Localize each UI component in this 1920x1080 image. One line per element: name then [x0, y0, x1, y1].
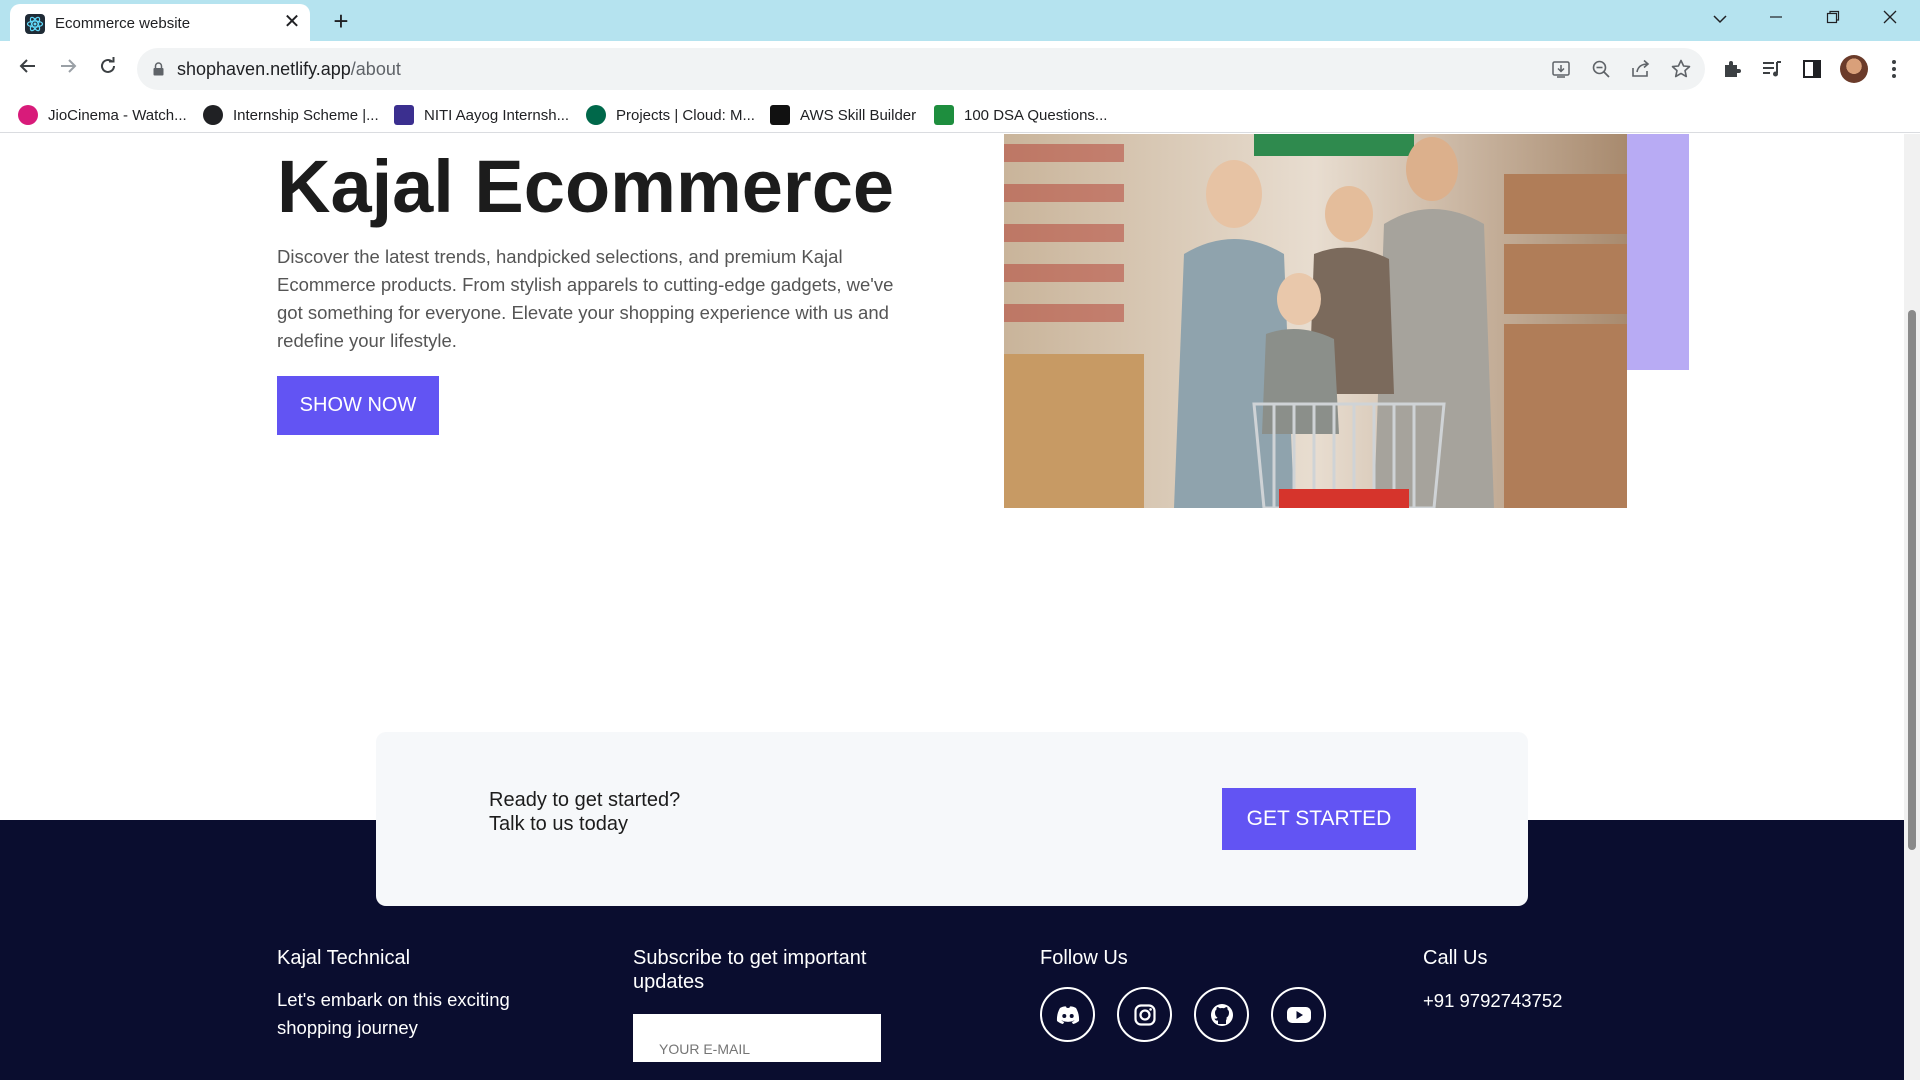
- social-links: [1040, 987, 1326, 1042]
- get-started-button[interactable]: GET STARTED: [1222, 788, 1416, 850]
- restore-icon[interactable]: [1815, 6, 1851, 34]
- reload-icon[interactable]: [92, 53, 124, 85]
- bookmark-niti-aayog[interactable]: NITI Aayog Internsh...: [394, 103, 569, 127]
- bookmark-star-icon[interactable]: [1669, 57, 1693, 81]
- footer-subscribe-title: Subscribe to get important updates: [633, 947, 867, 993]
- bookmark-mongodb-projects[interactable]: Projects | Cloud: M...: [586, 103, 755, 127]
- hero-image: [1004, 134, 1627, 508]
- tab-title: Ecommerce website: [55, 15, 191, 32]
- scrollbar-thumb[interactable]: [1908, 310, 1916, 850]
- forward-arrow-icon[interactable]: [52, 53, 84, 85]
- bookmark-label: Projects | Cloud: M...: [616, 106, 755, 124]
- footer-follow-column: Follow Us: [1040, 946, 1360, 1042]
- bookmark-aws-skill-builder[interactable]: AWS Skill Builder: [770, 103, 916, 127]
- sheets-icon: [934, 105, 954, 125]
- bookmark-label: JioCinema - Watch...: [48, 106, 187, 124]
- mongodb-icon: [586, 105, 606, 125]
- jiocinema-icon: [18, 105, 38, 125]
- media-queue-icon[interactable]: [1760, 57, 1784, 81]
- bookmark-label: AWS Skill Builder: [800, 106, 917, 124]
- minimize-icon[interactable]: [1758, 6, 1794, 34]
- aws-icon: [770, 105, 790, 125]
- niti-icon: [394, 105, 414, 125]
- globe-icon: [203, 105, 223, 125]
- footer-call-column: Call Us +91 9792743752: [1423, 946, 1643, 1015]
- react-favicon-icon: [25, 14, 45, 34]
- more-menu-icon[interactable]: [1882, 57, 1906, 81]
- extensions-puzzle-icon[interactable]: [1720, 57, 1744, 81]
- email-input[interactable]: [633, 1014, 881, 1062]
- share-icon[interactable]: [1629, 57, 1653, 81]
- bookmark-internship-scheme[interactable]: Internship Scheme |...: [203, 103, 379, 127]
- browser-toolbar: shophaven.netlify.app/about: [0, 41, 1920, 97]
- github-icon[interactable]: [1194, 987, 1249, 1042]
- bookmark-jiocinema[interactable]: JioCinema - Watch...: [18, 103, 187, 127]
- instagram-icon[interactable]: [1117, 987, 1172, 1042]
- discord-icon[interactable]: [1040, 987, 1095, 1042]
- bookmark-label: Internship Scheme |...: [233, 106, 379, 124]
- hero-description: Discover the latest trends, handpicked s…: [277, 246, 894, 351]
- cta-line-1: Ready to get started?: [489, 789, 681, 811]
- bookmark-label: 100 DSA Questions...: [964, 106, 1108, 124]
- bookmarks-bar: JioCinema - Watch... Internship Scheme |…: [0, 97, 1920, 133]
- tab-ecommerce-website[interactable]: Ecommerce website ✕: [10, 4, 310, 41]
- footer-follow-title: Follow Us: [1040, 947, 1128, 969]
- address-bar[interactable]: shophaven.netlify.app/about: [137, 48, 1705, 90]
- lock-icon[interactable]: [153, 62, 164, 76]
- profile-avatar[interactable]: [1840, 55, 1868, 83]
- footer-brand-column: Kajal Technical Let's embark on this exc…: [277, 946, 557, 1042]
- cta-line-2: Talk to us today: [489, 813, 628, 835]
- page-scrollbar[interactable]: [1904, 134, 1920, 1080]
- footer-subscribe-column: Subscribe to get important updates: [633, 946, 913, 1062]
- url-text: shophaven.netlify.app/about: [177, 59, 401, 79]
- zoom-out-icon[interactable]: [1589, 57, 1613, 81]
- browser-tab-strip: Ecommerce website ✕ +: [0, 0, 1920, 41]
- new-tab-icon[interactable]: +: [326, 7, 356, 35]
- side-panel-icon[interactable]: [1800, 57, 1824, 81]
- footer-brand-text: Let's embark on this exciting shopping j…: [277, 989, 510, 1038]
- bookmark-label: NITI Aayog Internsh...: [424, 106, 570, 124]
- page-viewport: Kajal Ecommerce Discover the latest tren…: [0, 134, 1904, 1080]
- footer-call-title: Call Us: [1423, 947, 1488, 969]
- footer-brand-title: Kajal Technical: [277, 947, 411, 969]
- close-tab-icon[interactable]: ✕: [280, 10, 304, 34]
- youtube-icon[interactable]: [1271, 987, 1326, 1042]
- bookmark-dsa-questions[interactable]: 100 DSA Questions...: [934, 103, 1107, 127]
- hero-title: Kajal Ecommerce: [277, 145, 895, 228]
- cta-card: Ready to get started? Talk to us today G…: [376, 732, 1528, 906]
- back-arrow-icon[interactable]: [12, 53, 44, 85]
- install-app-icon[interactable]: [1549, 57, 1573, 81]
- tab-search-chevron-icon[interactable]: [1702, 6, 1738, 34]
- footer-phone[interactable]: +91 9792743752: [1423, 987, 1643, 1015]
- cta-text: Ready to get started? Talk to us today: [489, 788, 680, 836]
- show-now-button[interactable]: SHOW NOW: [277, 376, 439, 435]
- close-window-icon[interactable]: [1872, 6, 1908, 34]
